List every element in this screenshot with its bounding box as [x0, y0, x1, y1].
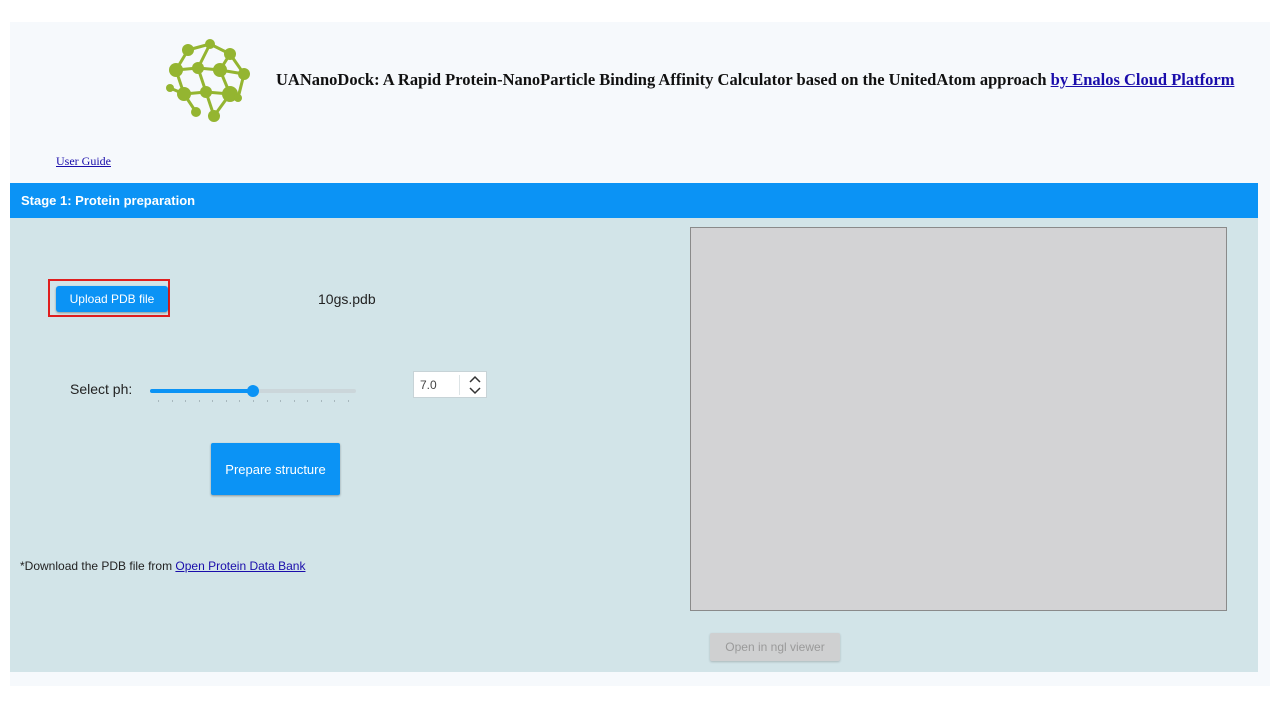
ph-slider-tick — [320, 400, 322, 402]
open-ngl-viewer-button[interactable]: Open in ngl viewer — [710, 633, 840, 661]
ph-slider-thumb[interactable] — [247, 385, 259, 397]
stage-1-panel: Upload PDB file 10gs.pdb Select ph: 7.0 … — [10, 218, 1258, 672]
ph-slider-tick — [307, 400, 309, 402]
structure-viewer[interactable] — [690, 227, 1227, 611]
ph-slider-tick — [253, 400, 254, 402]
app-window: UANanoDock: A Rapid Protein-NanoParticle… — [10, 22, 1270, 686]
ph-slider-tick — [185, 400, 187, 402]
upload-pdb-button[interactable]: Upload PDB file — [56, 286, 168, 312]
stage-1-title: Stage 1: Protein preparation — [21, 193, 196, 208]
enalos-cloud-link[interactable]: by Enalos Cloud Platform — [1051, 70, 1235, 89]
ph-slider[interactable] — [150, 374, 356, 404]
ph-slider-tick — [239, 400, 241, 402]
spinner-divider — [459, 375, 460, 395]
chevron-down-icon[interactable] — [469, 387, 481, 395]
ph-slider-tick — [266, 400, 268, 402]
open-protein-data-bank-link[interactable]: Open Protein Data Bank — [175, 559, 305, 573]
ph-slider-tick — [198, 400, 200, 402]
page-title-text: UANanoDock: A Rapid Protein-NanoParticle… — [276, 70, 1051, 89]
download-note: *Download the PDB file from Open Protein… — [20, 559, 305, 573]
ph-value: 7.0 — [420, 378, 437, 392]
ph-slider-tick — [280, 400, 282, 402]
chevron-up-icon[interactable] — [469, 375, 481, 383]
ph-slider-tick — [158, 400, 159, 402]
ph-slider-fill — [150, 389, 253, 393]
ph-slider-tick — [334, 400, 336, 402]
ph-slider-tick — [212, 400, 214, 402]
uploaded-filename: 10gs.pdb — [318, 291, 376, 307]
ph-slider-tick — [225, 400, 227, 402]
ph-slider-tick — [348, 400, 349, 402]
ph-slider-tick — [171, 400, 173, 402]
stage-1-header: Stage 1: Protein preparation — [10, 183, 1258, 218]
user-guide-link[interactable]: User Guide — [56, 154, 111, 169]
page-title: UANanoDock: A Rapid Protein-NanoParticle… — [276, 70, 1234, 90]
prepare-structure-button[interactable]: Prepare structure — [211, 443, 340, 495]
molecule-cluster-logo-icon — [158, 36, 258, 126]
ph-slider-tick — [293, 400, 295, 402]
ph-number-input[interactable]: 7.0 — [413, 371, 487, 398]
ph-label: Select ph: — [70, 381, 133, 397]
download-note-text: *Download the PDB file from — [20, 559, 176, 573]
